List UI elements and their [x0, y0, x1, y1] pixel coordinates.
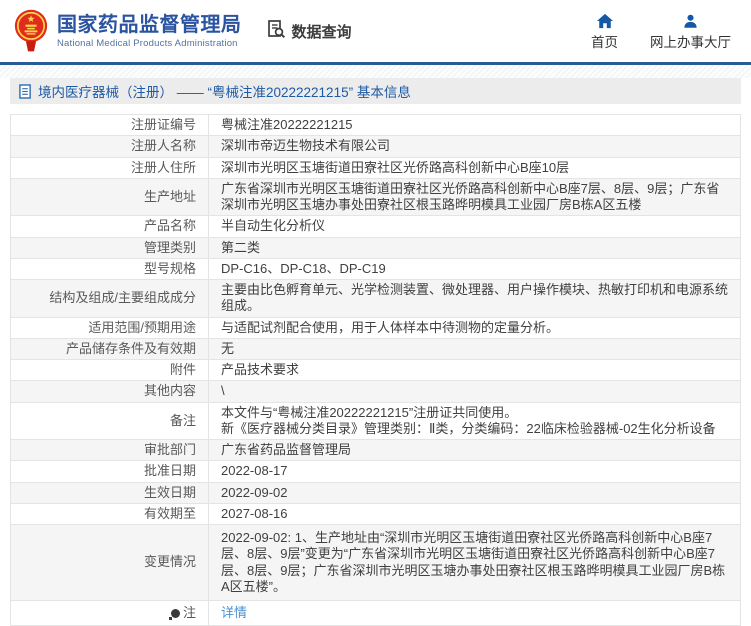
data-query-label[interactable]: 数据查询	[266, 19, 352, 44]
row-label: 适用范围/预期用途	[10, 316, 209, 339]
row-label: 审批部门	[10, 438, 209, 462]
hatched-strip	[0, 65, 751, 78]
bulb-note-icon	[168, 609, 180, 620]
table-row: 注册人住所 深圳市光明区玉塘街道田寮社区光侨路高科创新中心B座10层	[10, 156, 741, 179]
page-header: 国家药品监督管理局 National Medical Products Admi…	[0, 0, 751, 62]
breadcrumb-title: 境内医疗器械（注册） —— “粤械注准20222221215” 基本信息	[38, 85, 411, 100]
row-label: 注	[10, 599, 209, 626]
row-value: 与适配试剂配合使用，用于人体样本中待测物的定量分析。	[208, 316, 741, 339]
table-row: 产品名称 半自动生化分析仪	[10, 215, 741, 238]
row-label: 注册人名称	[10, 135, 209, 158]
row-value: 本文件与“粤械注准20222221215”注册证共同使用。 新《医疗器械分类目录》…	[208, 401, 741, 440]
row-value: 2022-08-17	[208, 460, 741, 483]
row-value: 2027-08-16	[208, 502, 741, 526]
row-value: 无	[208, 337, 741, 361]
row-label: 结构及组成/主要组成成分	[10, 279, 209, 318]
row-label: 变更情况	[10, 524, 209, 601]
row-label: 其他内容	[10, 380, 209, 403]
row-value: 深圳市帝迈生物技术有限公司	[208, 135, 741, 158]
row-value: 半自动生化分析仪	[208, 215, 741, 238]
info-table-body: 注册证编号 粤械注准20222221215 注册人名称 深圳市帝迈生物技术有限公司 注册…	[10, 113, 741, 626]
row-value: 2022-09-02: 1、生产地址由“深圳市光明区玉塘街道田寮社区光侨路高科创…	[208, 524, 741, 601]
row-value: DP-C16、DP-C18、DP-C19	[208, 257, 741, 281]
agency-name-en: National Medical Products Administration	[57, 37, 238, 49]
table-row: 注册证编号 粤械注准20222221215	[10, 113, 741, 137]
row-label: 附件	[10, 358, 209, 382]
row-label: 型号规格	[10, 257, 209, 281]
row-label: 生效日期	[10, 481, 209, 504]
registration-info-table: 注册证编号 粤械注准20222221215 注册人名称 深圳市帝迈生物技术有限公司 注册…	[10, 113, 741, 626]
nav-item-home[interactable]: 首页	[591, 12, 618, 51]
breadcrumb: 境内医疗器械（注册） —— “粤械注准20222221215” 基本信息	[10, 78, 741, 104]
row-label: 产品名称	[10, 215, 209, 238]
table-row: 生产地址 广东省深圳市光明区玉塘街道田寮社区光侨路高科创新中心B座7层、8层、9层…	[10, 177, 741, 217]
row-value: 第二类	[208, 236, 741, 259]
row-label: 注册人住所	[10, 156, 209, 179]
header-nav: 首页 网上办事大厅	[591, 12, 739, 51]
row-label: 注册证编号	[10, 113, 209, 137]
row-value: 广东省药品监督管理局	[208, 438, 741, 462]
row-value: \	[208, 380, 741, 403]
table-row: 有效期至 2027-08-16	[10, 502, 741, 526]
agency-logo[interactable]: 国家药品监督管理局 National Medical Products Admi…	[14, 7, 242, 55]
table-row: 结构及组成/主要组成成分 主要由比色孵育单元、光学检测装置、微处理器、用户操作模块…	[10, 279, 741, 318]
nav-item-online-hall-label: 网上办事大厅	[650, 34, 731, 50]
home-icon	[596, 12, 614, 29]
row-value: 粤械注准20222221215	[208, 113, 741, 137]
agency-name-cn: 国家药品监督管理局	[57, 13, 242, 36]
nav-item-home-label: 首页	[591, 34, 618, 50]
row-label: 管理类别	[10, 236, 209, 259]
user-icon	[682, 12, 699, 29]
table-row: 注详情	[10, 599, 741, 626]
row-value: 详情	[208, 599, 741, 626]
table-row: 适用范围/预期用途 与适配试剂配合使用，用于人体样本中待测物的定量分析。	[10, 316, 741, 339]
national-emblem-icon	[14, 7, 48, 55]
table-row: 附件 产品技术要求	[10, 358, 741, 382]
row-label: 生产地址	[10, 177, 209, 217]
table-row: 审批部门 广东省药品监督管理局	[10, 438, 741, 462]
main-content: 境内医疗器械（注册） —— “粤械注准20222221215” 基本信息 注册证…	[10, 78, 741, 626]
row-value: 主要由比色孵育单元、光学检测装置、微处理器、用户操作模块、热敏打印机和电源系统组…	[208, 279, 741, 318]
detail-link[interactable]: 详情	[221, 605, 247, 620]
row-label: 产品储存条件及有效期	[10, 337, 209, 361]
table-row: 注册人名称 深圳市帝迈生物技术有限公司	[10, 135, 741, 158]
row-label: 备注	[10, 401, 209, 440]
table-row: 批准日期 2022-08-17	[10, 460, 741, 483]
row-value: 2022-09-02	[208, 481, 741, 504]
table-row: 生效日期 2022-09-02	[10, 481, 741, 504]
table-row: 管理类别 第二类	[10, 236, 741, 259]
row-value: 广东省深圳市光明区玉塘街道田寮社区光侨路高科创新中心B座7层、8层、9层；广东省…	[208, 177, 741, 217]
data-query-text: 数据查询	[291, 23, 352, 41]
table-row: 变更情况 2022-09-02: 1、生产地址由“深圳市光明区玉塘街道田寮社区光侨…	[10, 524, 741, 601]
agency-title-block: 国家药品监督管理局 National Medical Products Admi…	[57, 14, 242, 49]
row-value: 产品技术要求	[208, 358, 741, 382]
row-label: 批准日期	[10, 460, 209, 483]
table-row: 其他内容 \	[10, 380, 741, 403]
row-value: 深圳市光明区玉塘街道田寮社区光侨路高科创新中心B座10层	[208, 156, 741, 179]
table-row: 备注 本文件与“粤械注准20222221215”注册证共同使用。 新《医疗器械分类目…	[10, 401, 741, 440]
document-search-icon	[266, 19, 287, 44]
table-row: 型号规格 DP-C16、DP-C18、DP-C19	[10, 257, 741, 281]
nav-item-online-hall[interactable]: 网上办事大厅	[650, 12, 731, 51]
document-icon	[19, 83, 32, 99]
table-row: 产品储存条件及有效期无	[10, 337, 741, 361]
row-label: 有效期至	[10, 502, 209, 526]
